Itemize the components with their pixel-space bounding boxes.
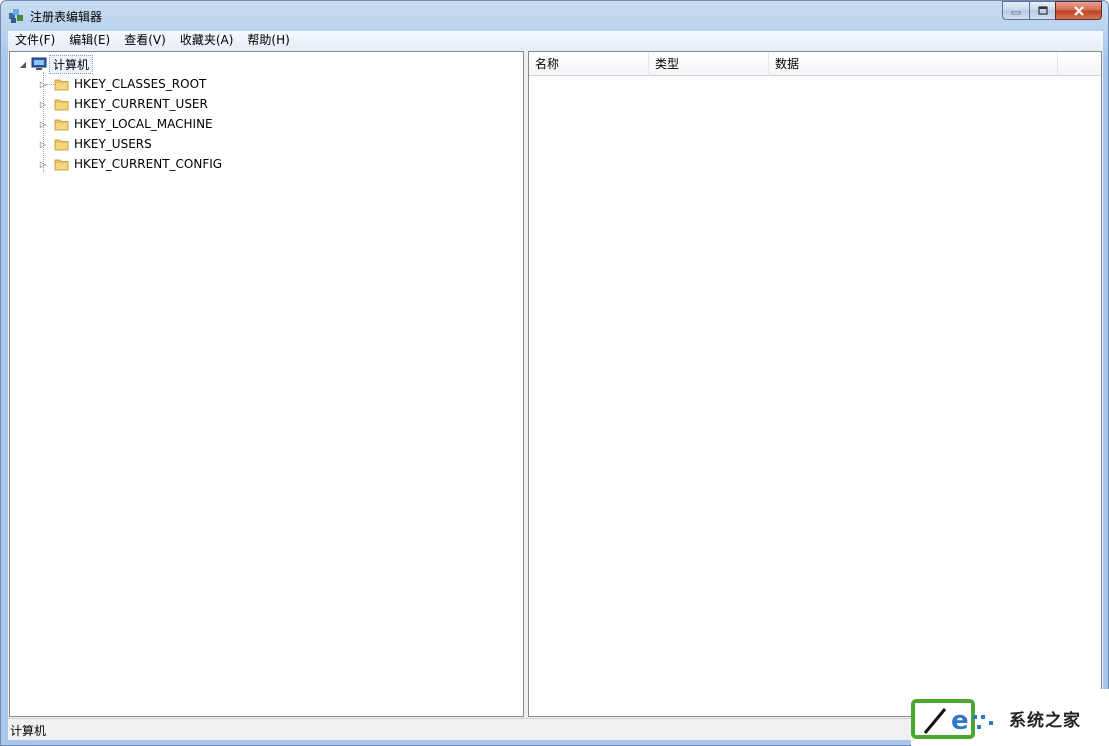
minimize-button[interactable] [1002,1,1029,20]
menu-favorites[interactable]: 收藏夹(A) [173,31,241,50]
folder-icon [54,79,69,90]
column-header-name[interactable]: 名称 [529,52,649,76]
column-header-data[interactable]: 数据 [769,52,1058,76]
list-header: 名称 类型 数据 [529,52,1101,76]
caption-buttons [1002,1,1102,21]
tree-branch-line [46,84,54,85]
folder-icon [54,159,69,170]
tree-item-label: HKEY_CURRENT_USER [74,97,208,111]
key-tree-pane[interactable]: ◢ 计算机 ▷ HKEY_CLASSES_ROOT ▷ HKEY_CURRENT… [9,51,524,717]
folder-icon [54,139,69,150]
client-area: ◢ 计算机 ▷ HKEY_CLASSES_ROOT ▷ HKEY_CURRENT… [8,50,1103,718]
computer-icon [31,57,47,70]
menu-edit[interactable]: 编辑(E) [62,31,117,50]
tree-root-row[interactable]: ◢ 计算机 [18,54,94,74]
window-title: 注册表编辑器 [30,10,103,24]
expand-arrow-icon[interactable]: ▷ [38,139,48,149]
tree-item-hkey-users[interactable]: ▷ HKEY_USERS [38,134,152,154]
minimize-icon [1011,11,1021,14]
regedit-window: 注册表编辑器 文件(F) 编辑(E) 查看(V) 收藏夹(A) 帮助(H) ◢ … [0,0,1109,746]
values-list-pane[interactable]: 名称 类型 数据 [528,51,1102,717]
tree-item-label: HKEY_USERS [74,137,152,151]
watermark-logo: e 系统之家 [911,689,1109,746]
collapse-arrow-icon[interactable]: ◢ [18,59,28,69]
watermark-text: 系统之家 [1009,710,1081,731]
folder-icon [54,99,69,110]
title-bar[interactable]: 注册表编辑器 [1,1,1108,31]
menu-file[interactable]: 文件(F) [8,31,62,50]
tree-item-label: HKEY_CURRENT_CONFIG [74,157,223,171]
status-path: 计算机 [10,724,47,738]
regedit-app-icon [9,9,23,23]
close-button[interactable] [1055,1,1102,20]
watermark-logo-icon: e [911,699,993,739]
menu-view[interactable]: 查看(V) [117,31,173,50]
expand-arrow-icon[interactable]: ▷ [38,119,48,129]
restore-button[interactable] [1029,1,1055,20]
restore-icon [1037,6,1048,15]
expand-arrow-icon[interactable]: ▷ [38,99,48,109]
tree-root-label[interactable]: 计算机 [49,54,94,74]
tree-item-hkey-local-machine[interactable]: ▷ HKEY_LOCAL_MACHINE [38,114,213,134]
tree-item-hkey-current-config[interactable]: ▷ HKEY_CURRENT_CONFIG [38,154,222,174]
close-icon [1073,5,1084,16]
column-header-filler [1058,52,1101,76]
expand-arrow-icon[interactable]: ▷ [38,159,48,169]
folder-icon [54,119,69,130]
menu-help[interactable]: 帮助(H) [240,31,296,50]
tree-item-label: HKEY_CLASSES_ROOT [74,77,207,91]
svg-text:e: e [951,706,969,736]
tree-item-label: HKEY_LOCAL_MACHINE [74,117,213,131]
tree-item-hkey-current-user[interactable]: ▷ HKEY_CURRENT_USER [38,94,208,114]
column-header-type[interactable]: 类型 [649,52,769,76]
tree-item-hkey-classes-root[interactable]: ▷ HKEY_CLASSES_ROOT [38,74,206,94]
menu-bar: 文件(F) 编辑(E) 查看(V) 收藏夹(A) 帮助(H) [8,31,1103,50]
